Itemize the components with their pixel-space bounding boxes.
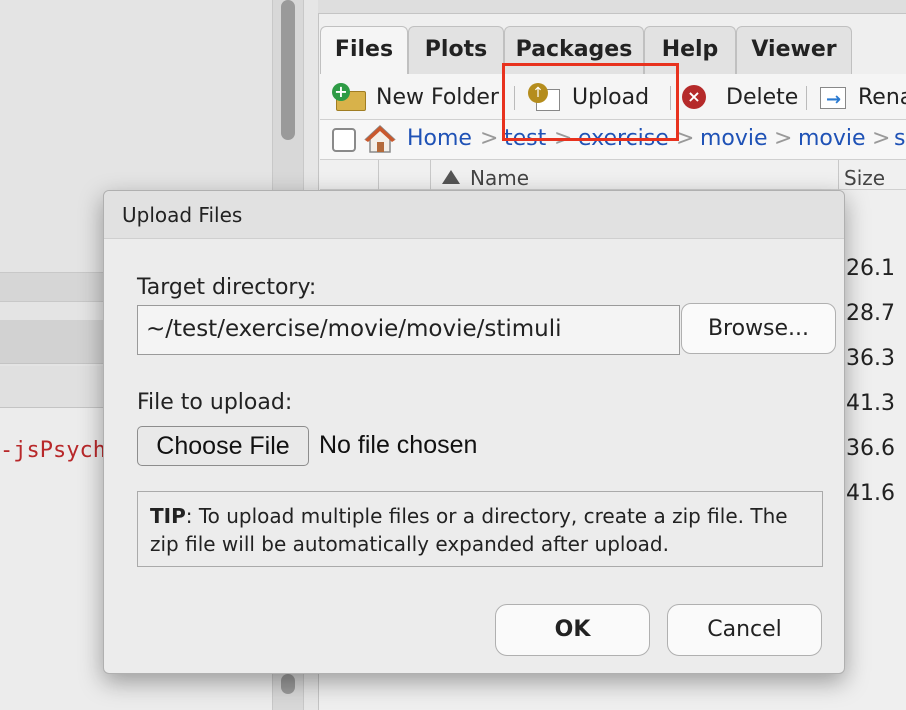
breadcrumb-stimuli[interactable]: s xyxy=(894,126,905,151)
new-folder-icon: + xyxy=(332,83,368,111)
column-divider xyxy=(430,160,431,190)
delete-button[interactable]: × Delete xyxy=(682,82,798,112)
ok-button[interactable]: OK xyxy=(495,604,650,656)
file-size-cell: 41.6 xyxy=(846,481,895,506)
file-size-cell: 26.1 xyxy=(846,256,895,281)
delete-icon: × xyxy=(682,85,706,109)
file-size-cell: 36.6 xyxy=(846,436,895,461)
file-size-cell: 36.3 xyxy=(846,346,895,371)
new-folder-label: New Folder xyxy=(376,84,499,110)
tab-label: Files xyxy=(334,37,394,62)
console-code-text: -jsPsych xyxy=(0,438,106,463)
scrollbar-thumb-lower[interactable] xyxy=(281,674,295,694)
tab-viewer[interactable]: Viewer xyxy=(736,26,852,74)
breadcrumb-movie-2[interactable]: movie xyxy=(798,126,866,151)
tab-files[interactable]: Files xyxy=(320,26,408,74)
upload-highlight-box xyxy=(502,63,679,141)
breadcrumb-movie[interactable]: movie xyxy=(700,126,768,151)
select-all-checkbox[interactable] xyxy=(332,128,356,152)
size-column-header[interactable]: Size xyxy=(844,166,885,190)
breadcrumb-separator: > xyxy=(480,126,499,151)
breadcrumb-separator: > xyxy=(774,126,793,151)
browse-button[interactable]: Browse... xyxy=(681,303,836,354)
no-file-chosen-text: No file chosen xyxy=(319,431,478,459)
tab-label: Viewer xyxy=(751,37,837,62)
rename-label: Rena xyxy=(858,84,906,110)
tab-label: Plots xyxy=(424,37,488,62)
pane-top-strip xyxy=(318,0,906,14)
upload-tip: TIP: To upload multiple files or a direc… xyxy=(137,491,823,567)
file-size-cell: 41.3 xyxy=(846,391,895,416)
tip-heading: TIP xyxy=(150,504,186,528)
breadcrumb-separator: > xyxy=(872,126,891,151)
column-divider xyxy=(378,160,379,190)
cancel-button[interactable]: Cancel xyxy=(667,604,822,656)
new-folder-button[interactable]: + New Folder xyxy=(332,82,499,112)
sort-ascending-icon[interactable] xyxy=(442,170,460,184)
column-divider xyxy=(838,160,839,190)
tip-text: : To upload multiple files or a director… xyxy=(150,504,788,556)
choose-file-button[interactable]: Choose File xyxy=(137,426,309,466)
rename-button[interactable]: → Rena xyxy=(818,82,906,112)
upload-files-dialog: Upload Files Target directory: ~/test/ex… xyxy=(103,190,845,674)
dialog-title: Upload Files xyxy=(104,191,844,239)
delete-label: Delete xyxy=(726,84,799,110)
name-column-header[interactable]: Name xyxy=(470,166,529,190)
target-directory-field[interactable]: ~/test/exercise/movie/movie/stimuli xyxy=(137,305,680,355)
file-list-header: Name Size xyxy=(320,160,906,190)
breadcrumb-home[interactable]: Home xyxy=(407,126,472,151)
file-size-cell: 28.7 xyxy=(846,301,895,326)
scrollbar-thumb[interactable] xyxy=(281,0,295,140)
target-directory-label: Target directory: xyxy=(137,275,317,300)
tab-label: Help xyxy=(661,37,719,62)
home-icon[interactable] xyxy=(364,124,396,154)
rename-icon: → xyxy=(818,83,850,111)
toolbar-separator xyxy=(806,86,807,110)
tab-label: Packages xyxy=(515,37,633,62)
file-to-upload-label: File to upload: xyxy=(137,390,293,415)
tab-plots[interactable]: Plots xyxy=(408,26,504,74)
